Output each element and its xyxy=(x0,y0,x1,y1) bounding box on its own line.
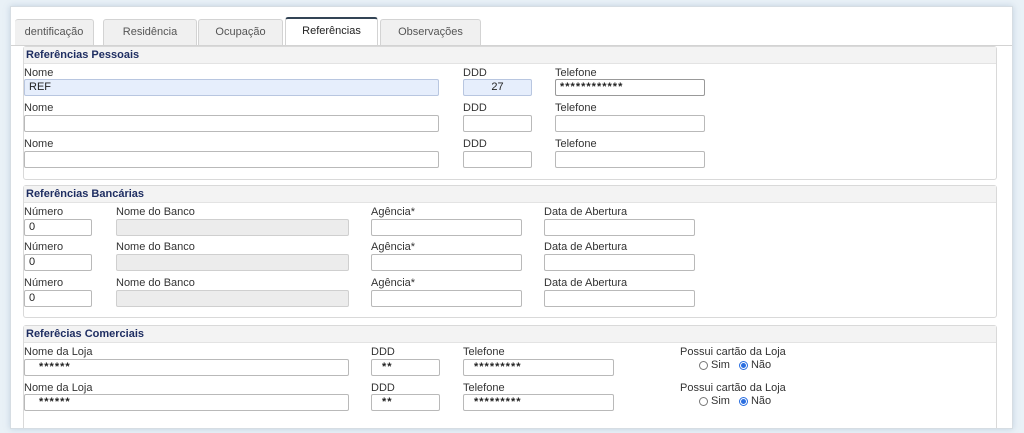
telefone-label: Telefone xyxy=(555,102,597,114)
radio-nao[interactable] xyxy=(738,360,748,370)
nome-loja-label: Nome da Loja xyxy=(24,346,93,358)
radio-sim[interactable] xyxy=(699,396,708,406)
radio-sim[interactable] xyxy=(699,360,708,370)
data-abertura-input[interactable] xyxy=(544,254,695,271)
form-panel: dentificação Residência Ocupação Referên… xyxy=(10,6,1013,429)
nome-input[interactable] xyxy=(24,151,439,168)
telefone-label: Telefone xyxy=(555,67,597,79)
ddd-input[interactable] xyxy=(463,115,532,132)
numero-label: Número xyxy=(24,277,64,289)
agencia-input[interactable] xyxy=(371,219,522,236)
radio-sim-label: Sim xyxy=(711,395,730,407)
section-referencias-bancarias: Referências Bancárias Número 0 Nome do B… xyxy=(23,185,997,318)
numero-label: Número xyxy=(24,206,64,218)
tab-observacoes[interactable]: Observações xyxy=(380,19,481,45)
agencia-input[interactable] xyxy=(371,254,522,271)
agencia-label: Agência* xyxy=(371,206,416,218)
section-referencias-comerciais: Referêcias Comerciais Nome da Loja *****… xyxy=(23,325,997,428)
possui-cartao-label: Possui cartão da Loja xyxy=(680,382,786,394)
numero-input[interactable]: 0 xyxy=(24,219,92,236)
nome-input[interactable] xyxy=(24,115,439,132)
ddd-label: DDD xyxy=(371,346,395,358)
telefone-input[interactable] xyxy=(555,151,705,168)
section-title: Referências Pessoais xyxy=(24,47,996,64)
tab-bar: dentificação Residência Ocupação Referên… xyxy=(11,13,1012,46)
tab-ocupacao[interactable]: Ocupação xyxy=(198,19,283,45)
data-abertura-label: Data de Abertura xyxy=(544,277,628,289)
ddd-label: DDD xyxy=(463,67,487,79)
numero-input[interactable]: 0 xyxy=(24,254,92,271)
radio-nao[interactable] xyxy=(738,396,748,406)
nome-label: Nome xyxy=(24,67,54,79)
ddd-input[interactable]: 27 xyxy=(463,79,532,96)
banco-input[interactable] xyxy=(116,290,349,307)
numero-input[interactable]: 0 xyxy=(24,290,92,307)
banco-input[interactable] xyxy=(116,219,349,236)
telefone-input[interactable]: ********* xyxy=(463,394,614,411)
ddd-input[interactable]: ** xyxy=(371,359,440,376)
agencia-label: Agência* xyxy=(371,277,416,289)
telefone-input[interactable]: ********* xyxy=(463,359,614,376)
tab-identificacao[interactable]: dentificação xyxy=(15,19,94,45)
telefone-label: Telefone xyxy=(555,138,597,150)
telefone-input[interactable] xyxy=(555,115,705,132)
section-referencias-pessoais: Referências Pessoais Nome REF DDD 27 Tel… xyxy=(23,46,997,180)
banco-label: Nome do Banco xyxy=(116,241,195,253)
data-abertura-input[interactable] xyxy=(544,290,695,307)
numero-label: Número xyxy=(24,241,64,253)
tab-referencias[interactable]: Referências xyxy=(285,17,378,46)
tab-residencia[interactable]: Residência xyxy=(103,19,197,45)
banco-input[interactable] xyxy=(116,254,349,271)
ddd-label: DDD xyxy=(463,102,487,114)
radio-nao-label: Não xyxy=(750,395,772,407)
data-abertura-input[interactable] xyxy=(544,219,695,236)
telefone-label: Telefone xyxy=(463,382,505,394)
banco-label: Nome do Banco xyxy=(116,277,195,289)
data-abertura-label: Data de Abertura xyxy=(544,206,628,218)
agencia-input[interactable] xyxy=(371,290,522,307)
radio-sim-label: Sim xyxy=(711,359,730,371)
nome-loja-label: Nome da Loja xyxy=(24,382,93,394)
possui-cartao-radio-group: Sim Não xyxy=(699,395,771,407)
radio-nao-label: Não xyxy=(750,359,772,371)
section-title: Referências Bancárias xyxy=(24,186,996,203)
telefone-input[interactable]: ************ xyxy=(555,79,705,96)
possui-cartao-label: Possui cartão da Loja xyxy=(680,346,786,358)
telefone-label: Telefone xyxy=(463,346,505,358)
nome-loja-input[interactable]: ****** xyxy=(24,394,349,411)
ddd-input[interactable]: ** xyxy=(371,394,440,411)
nome-input[interactable]: REF xyxy=(24,79,439,96)
ddd-label: DDD xyxy=(463,138,487,150)
agencia-label: Agência* xyxy=(371,241,416,253)
section-title: Referêcias Comerciais xyxy=(24,326,996,343)
ddd-input[interactable] xyxy=(463,151,532,168)
data-abertura-label: Data de Abertura xyxy=(544,241,628,253)
ddd-label: DDD xyxy=(371,382,395,394)
nome-label: Nome xyxy=(24,138,54,150)
nome-loja-input[interactable]: ****** xyxy=(24,359,349,376)
possui-cartao-radio-group: Sim Não xyxy=(699,359,771,371)
nome-label: Nome xyxy=(24,102,54,114)
banco-label: Nome do Banco xyxy=(116,206,195,218)
